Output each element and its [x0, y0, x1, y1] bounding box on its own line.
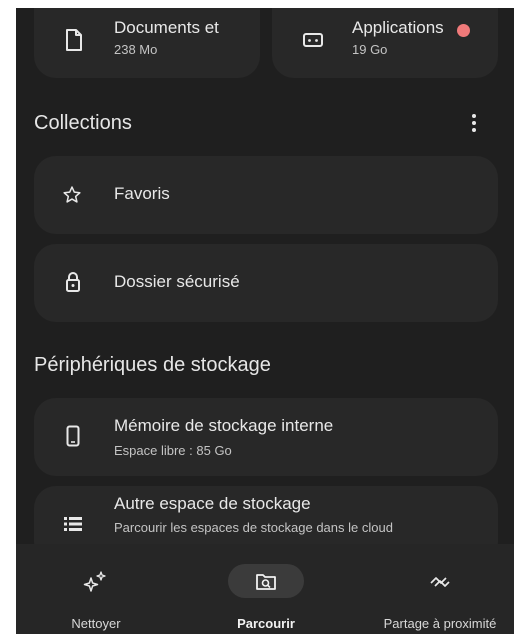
lock-icon — [66, 272, 80, 292]
category-card-documents[interactable]: Documents et 238 Mo — [34, 8, 260, 78]
nav-item-nettoyer[interactable]: Nettoyer — [36, 554, 156, 634]
collection-item-label: Dossier sécurisé — [114, 272, 240, 291]
browse-folder-icon — [256, 574, 276, 590]
bottom-navigation: Nettoyer Parcourir Partage à proximité — [16, 544, 514, 634]
storage-item-internal[interactable]: Mémoire de stockage interne Espace libre… — [34, 398, 498, 476]
nav-label: Nettoyer — [71, 616, 121, 631]
notification-dot — [457, 24, 470, 37]
sparkle-icon — [83, 571, 106, 592]
category-name: Documents et — [114, 18, 219, 37]
category-name: Applications — [352, 18, 444, 37]
storage-heading: Périphériques de stockage — [34, 354, 271, 376]
category-size: 19 Go — [352, 42, 388, 57]
nav-item-parcourir[interactable]: Parcourir — [206, 554, 326, 634]
storage-item-label: Mémoire de stockage interne — [114, 416, 334, 435]
category-size: 238 Mo — [114, 42, 158, 57]
nav-label: Partage à proximité — [383, 616, 497, 631]
collections-heading: Collections — [34, 112, 132, 134]
nav-item-partage[interactable]: Partage à proximité — [366, 554, 514, 634]
nav-label: Parcourir — [237, 616, 295, 631]
more-options-icon[interactable] — [468, 112, 480, 134]
nearby-share-icon — [430, 577, 450, 587]
storage-item-sub: Parcourir les espaces de stockage dans l… — [114, 520, 393, 535]
collection-item-secure-folder[interactable]: Dossier sécurisé — [34, 244, 498, 322]
document-icon — [66, 29, 82, 51]
android-icon — [303, 33, 323, 47]
list-icon — [64, 517, 82, 531]
phone-icon — [66, 425, 80, 447]
collection-item-label: Favoris — [114, 184, 170, 203]
files-browse-screen: Documents et 238 Mo Applications 19 Go C… — [16, 8, 514, 634]
collection-item-favoris[interactable]: Favoris — [34, 156, 498, 234]
storage-item-sub: Espace libre : 85 Go — [114, 443, 232, 458]
category-card-applications[interactable]: Applications 19 Go — [272, 8, 498, 78]
storage-item-label: Autre espace de stockage — [114, 494, 311, 513]
star-icon — [63, 186, 81, 203]
